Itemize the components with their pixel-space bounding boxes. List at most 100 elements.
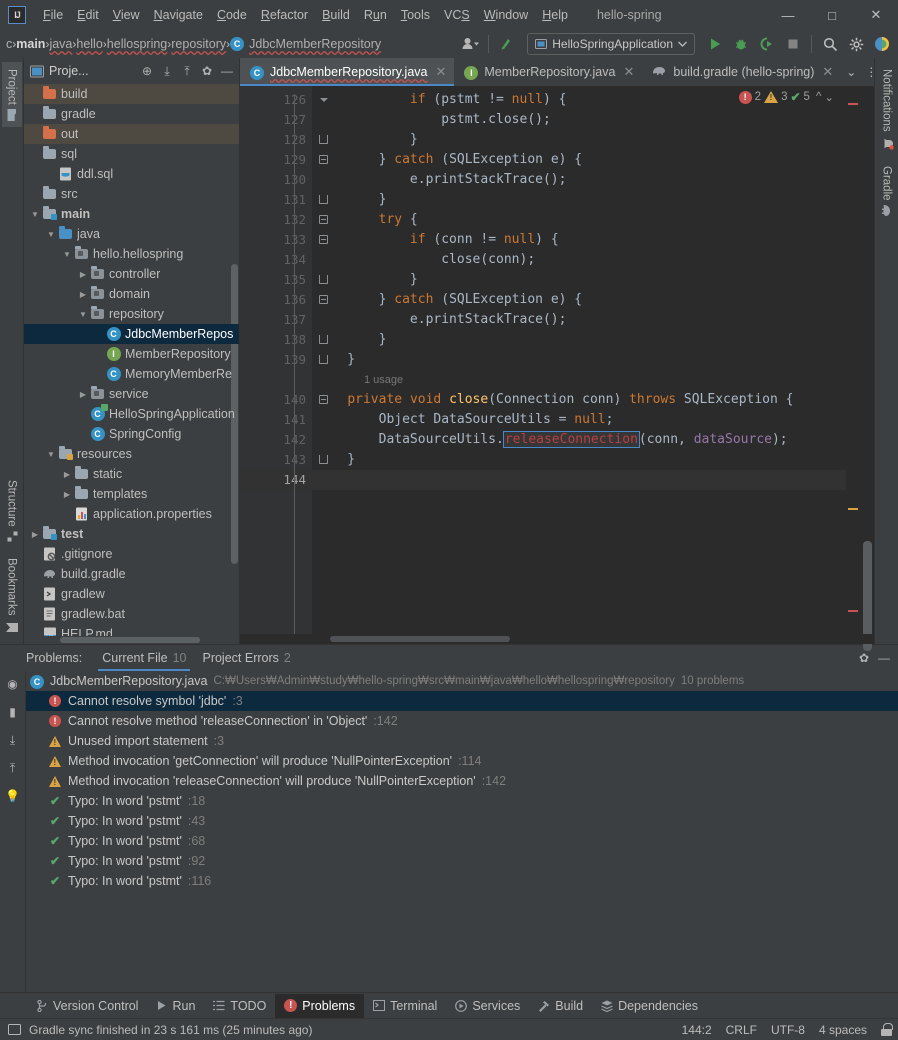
next-problem-button[interactable]: ⌄ [824, 90, 834, 104]
tree-row[interactable]: ▼ java [24, 224, 239, 244]
tool-window-version-control[interactable]: Version Control [28, 994, 147, 1018]
tree-toggle-collapsed[interactable]: ▶ [76, 390, 90, 399]
tree-row[interactable]: ▶ templates [24, 484, 239, 504]
breadcrumb-item-6[interactable]: C JdbcMemberRepository [230, 37, 381, 51]
menu-item-code[interactable]: Code [210, 4, 254, 26]
event-log-icon[interactable] [8, 1023, 21, 1036]
minimize-button[interactable]: — [766, 0, 810, 30]
problem-item-3[interactable]: Method invocation 'getConnection' will p… [26, 751, 898, 771]
tree-toggle-collapsed[interactable]: ▶ [60, 490, 74, 499]
problem-item-6[interactable]: ✔ Typo: In word 'pstmt':43 [26, 811, 898, 831]
tree-row[interactable]: I MemberRepository [24, 344, 239, 364]
tool-window-services[interactable]: Services [446, 994, 529, 1018]
problem-item-2[interactable]: Unused import statement:3 [26, 731, 898, 751]
editor-tab-0[interactable]: C JdbcMemberRepository.java ✕ [240, 58, 455, 86]
problems-tab-0[interactable]: Current File 10 [94, 647, 194, 671]
gutter-line[interactable]: 144 [240, 470, 312, 490]
tab-options-icon[interactable]: ⋮ [861, 60, 881, 84]
prev-problem-button[interactable]: ^ [816, 91, 821, 103]
tool-window-terminal[interactable]: Terminal [364, 994, 446, 1018]
menu-item-run[interactable]: Run [357, 4, 394, 26]
tree-toggle-expanded[interactable]: ▼ [60, 250, 74, 259]
gutter-line[interactable]: 137 [240, 310, 312, 330]
preview-icon[interactable]: ◉ [4, 675, 22, 693]
expand-all-icon[interactable]: ⤓ [157, 61, 177, 81]
gutter-line[interactable]: 139 [240, 350, 328, 370]
rail-button-structure[interactable]: Structure [2, 473, 22, 550]
menu-item-refactor[interactable]: Refactor [254, 4, 315, 26]
show-hidden-tabs-icon[interactable]: ⌄ [841, 60, 861, 84]
gutter-line[interactable]: 143 [240, 450, 328, 470]
tree-row[interactable]: ▼ resources [24, 444, 239, 464]
tree-row[interactable]: out [24, 124, 239, 144]
expand-all-icon[interactable]: ⤓ [4, 731, 22, 749]
tool-window-todo[interactable]: TODO [204, 994, 275, 1018]
problem-item-0[interactable]: ! Cannot resolve symbol 'jdbc':3 [26, 691, 898, 711]
tool-window-problems[interactable]: ! Problems [275, 993, 365, 1018]
breadcrumb-item-5[interactable]: repository [171, 37, 226, 51]
tree-toggle-collapsed[interactable]: ▶ [60, 470, 74, 479]
ai-assistant-icon[interactable] [870, 32, 894, 56]
tree-row[interactable]: ▶ controller [24, 264, 239, 284]
search-everywhere-icon[interactable] [818, 32, 842, 56]
tree-row[interactable]: gradle [24, 104, 239, 124]
select-opened-file-icon[interactable]: ⊕ [137, 61, 157, 81]
open-preview-panel-icon[interactable]: ▮ [4, 703, 22, 721]
rail-button-project[interactable]: Project [1, 62, 22, 127]
gutter-line[interactable]: 126 [240, 90, 328, 110]
caret-position[interactable]: 144:2 [682, 1023, 712, 1037]
gutter-line[interactable] [240, 370, 312, 390]
tree-row[interactable]: application.properties [24, 504, 239, 524]
tree-toggle-collapsed[interactable]: ▶ [76, 290, 90, 299]
editor-gutter[interactable]: 1261271281291301311321331341351361371381… [240, 86, 328, 634]
run-with-coverage-icon[interactable] [755, 32, 779, 56]
problem-item-4[interactable]: Method invocation 'releaseConnection' wi… [26, 771, 898, 791]
editor-code[interactable]: if (pstmt != null) { pstmt.close(); } } … [312, 86, 846, 634]
collapse-all-icon[interactable]: ⤒ [177, 61, 197, 81]
read-only-toggle-icon[interactable] [881, 1023, 893, 1036]
editor-tab-2[interactable]: build.gradle (hello-spring) ✕ [642, 58, 841, 86]
problem-item-1[interactable]: ! Cannot resolve method 'releaseConnectio… [26, 711, 898, 731]
gutter-line[interactable]: 127 [240, 110, 312, 130]
tree-row[interactable]: ▶ service [24, 384, 239, 404]
editor-vscrollbar[interactable] [860, 86, 874, 651]
debug-icon[interactable] [729, 32, 753, 56]
tree-row[interactable]: build [24, 84, 239, 104]
menu-item-navigate[interactable]: Navigate [147, 4, 210, 26]
menu-item-help[interactable]: Help [535, 4, 575, 26]
tool-window-run[interactable]: Run [147, 994, 204, 1018]
rail-button-bookmarks[interactable]: Bookmarks [2, 551, 22, 640]
tree-toggle-collapsed[interactable]: ▶ [28, 530, 42, 539]
tree-row[interactable]: ▼ repository [24, 304, 239, 324]
inspection-lightbulb-icon[interactable]: 💡 [4, 787, 22, 805]
hide-icon[interactable]: — [217, 61, 237, 81]
editor-hscrollbar[interactable] [240, 634, 874, 644]
tree-toggle-collapsed[interactable]: ▶ [76, 270, 90, 279]
indent-setting[interactable]: 4 spaces [819, 1023, 867, 1037]
stop-icon[interactable] [781, 32, 805, 56]
run-configuration-selector[interactable]: HelloSpringApplication [527, 33, 695, 55]
tree-row[interactable]: ▼ hello.hellospring [24, 244, 239, 264]
gutter-line[interactable]: 130 [240, 170, 312, 190]
menu-item-window[interactable]: Window [477, 4, 535, 26]
menu-item-build[interactable]: Build [315, 4, 357, 26]
settings-icon[interactable]: ✿ [197, 61, 217, 81]
editor-tab-close-icon[interactable]: ✕ [822, 64, 833, 80]
tree-toggle-expanded[interactable]: ▼ [28, 210, 42, 219]
menu-item-view[interactable]: View [106, 4, 147, 26]
gutter-line[interactable]: 138 [240, 330, 328, 350]
menu-item-edit[interactable]: Edit [70, 4, 106, 26]
gutter-line[interactable]: 140 [240, 390, 328, 410]
inspection-widget[interactable]: ! 2 3 ✔ 5 ^ ⌄ [738, 90, 834, 104]
gutter-line[interactable]: 131 [240, 190, 328, 210]
file-encoding[interactable]: UTF-8 [771, 1023, 805, 1037]
close-button[interactable]: ✕ [854, 0, 898, 30]
tree-row[interactable]: MD HELP.md [24, 624, 239, 636]
problem-item-8[interactable]: ✔ Typo: In word 'pstmt':92 [26, 851, 898, 871]
editor-tab-1[interactable]: I MemberRepository.java ✕ [454, 58, 642, 86]
gutter-line[interactable]: 141 [240, 410, 312, 430]
gutter-line[interactable]: 128 [240, 130, 328, 150]
menu-item-tools[interactable]: Tools [394, 4, 437, 26]
tree-row[interactable]: ddl.sql [24, 164, 239, 184]
gutter-line[interactable]: 129 [240, 150, 328, 170]
